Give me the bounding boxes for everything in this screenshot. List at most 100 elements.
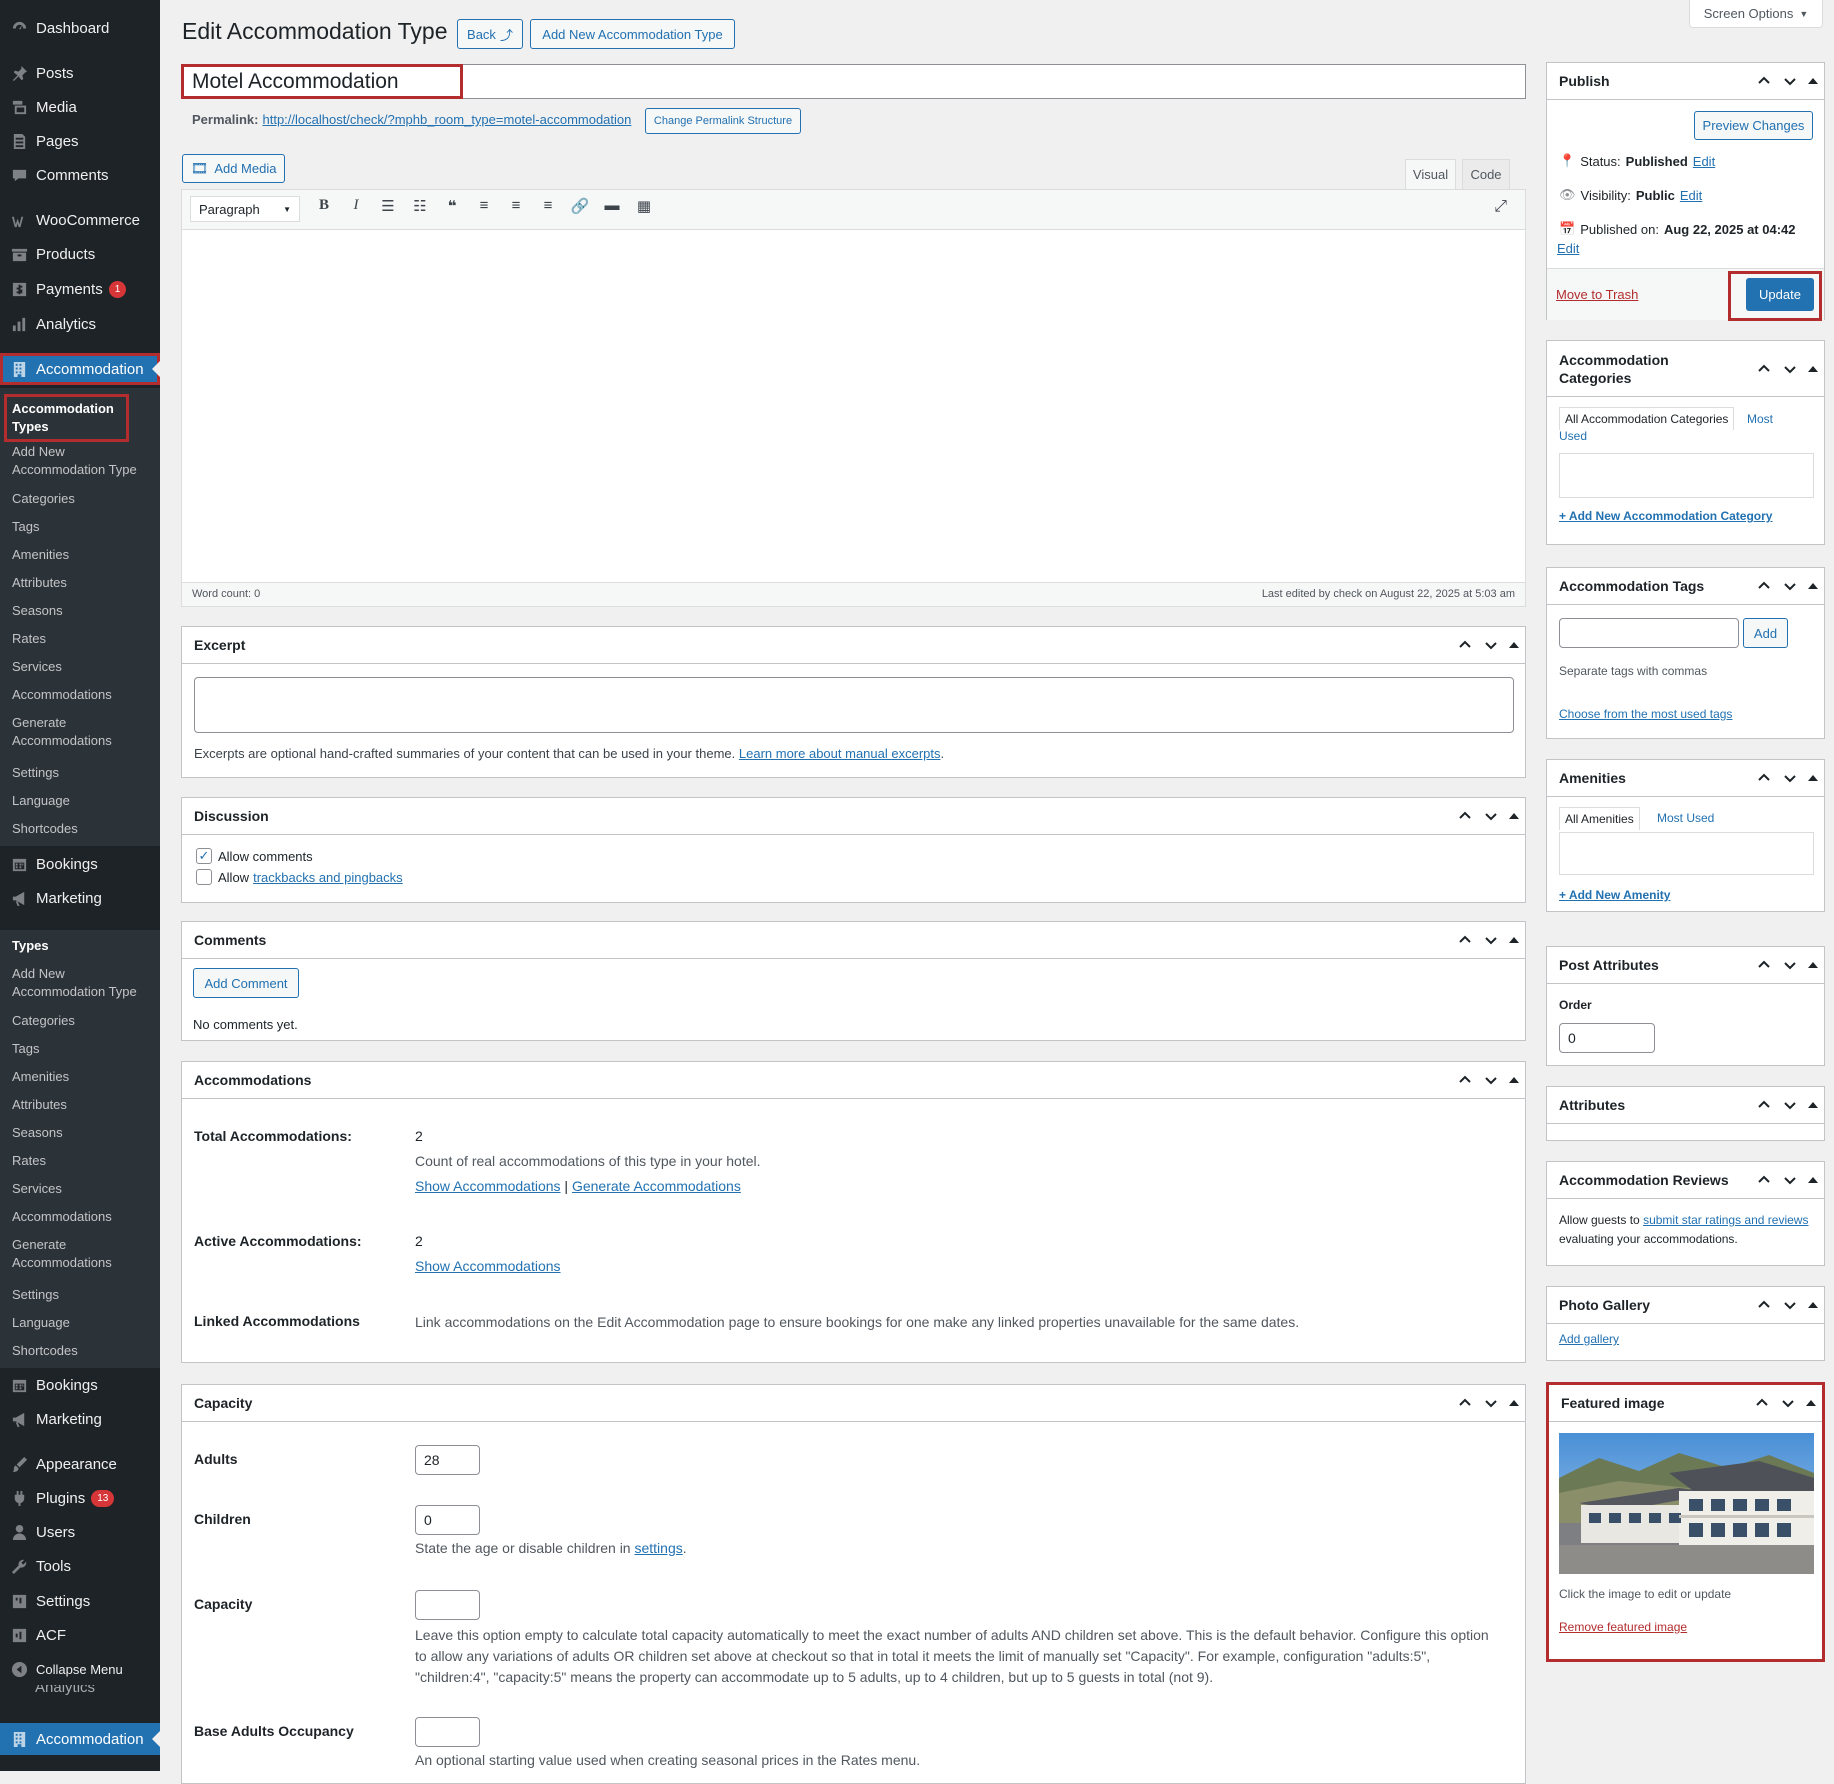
tab-visual[interactable]: Visual — [1405, 159, 1456, 189]
allow-comments-checkbox[interactable]: ✓ — [196, 848, 212, 864]
tags-input[interactable] — [1559, 618, 1739, 648]
submenu-item-tags[interactable]: Tags — [12, 1040, 152, 1058]
submenu-item-shortcodes[interactable]: Shortcodes — [12, 1342, 152, 1360]
collapse-toggle-icon[interactable] — [1808, 962, 1818, 968]
submenu-item-add-new-accommodation-type[interactable]: Add New Accommodation Type — [12, 443, 152, 479]
collapse-toggle-icon[interactable] — [1808, 1102, 1818, 1108]
sidebar-item-payments[interactable]: Payments 1 — [0, 273, 160, 305]
children-input[interactable]: 0 — [415, 1505, 480, 1535]
submenu-item-shortcodes[interactable]: Shortcodes — [12, 820, 152, 838]
move-up-icon[interactable] — [1756, 770, 1772, 786]
submenu-item-seasons[interactable]: Seasons — [12, 1124, 152, 1142]
move-down-icon[interactable] — [1782, 1297, 1798, 1313]
box-controls[interactable] — [1754, 1395, 1816, 1411]
collapse-toggle-icon[interactable] — [1509, 937, 1519, 943]
sidebar-item-woocommerce[interactable]: WooCommerce — [0, 204, 160, 236]
submenu-item-add-new-accommodation-type[interactable]: Add New Accommodation Type — [12, 965, 152, 1001]
collapse-toggle-icon[interactable] — [1808, 583, 1818, 589]
add-media-button[interactable]: 🎞 Add Media — [182, 154, 285, 183]
change-permalink-button[interactable]: Change Permalink Structure — [645, 108, 801, 134]
submenu-item-seasons[interactable]: Seasons — [12, 602, 152, 620]
post-title-text[interactable]: Motel Accommodation — [181, 64, 463, 99]
tab-most-used-categories[interactable]: Most Used — [1559, 411, 1794, 445]
move-up-icon[interactable] — [1754, 1395, 1770, 1411]
sidebar-item-tools[interactable]: Tools — [0, 1550, 160, 1582]
sidebar-item-posts[interactable]: Posts — [0, 57, 160, 89]
move-down-icon[interactable] — [1483, 808, 1499, 824]
move-down-icon[interactable] — [1782, 361, 1798, 377]
submenu-item-rates[interactable]: Rates — [12, 630, 152, 648]
permalink-link[interactable]: http://localhost/check/?mphb_room_type=m… — [262, 112, 631, 127]
move-up-icon[interactable] — [1457, 932, 1473, 948]
align-right-icon[interactable]: ≡ — [536, 197, 560, 215]
fullscreen-icon[interactable]: ⤢ — [1494, 198, 1507, 216]
move-up-icon[interactable] — [1457, 637, 1473, 653]
format-select[interactable]: Paragraph ▼ — [190, 196, 300, 222]
read-more-icon[interactable]: ▬ — [600, 197, 624, 215]
move-down-icon[interactable] — [1782, 73, 1798, 89]
show-active-accommodations-link[interactable]: Show Accommodations — [415, 1258, 561, 1274]
submenu-item-tags[interactable]: Tags — [12, 518, 152, 536]
move-down-icon[interactable] — [1780, 1395, 1796, 1411]
back-button[interactable]: Back ⤴ — [457, 19, 523, 49]
order-input[interactable]: 0 — [1559, 1023, 1655, 1053]
base-adults-input[interactable] — [415, 1717, 480, 1747]
add-new-category-link[interactable]: + Add New Accommodation Category — [1559, 509, 1772, 523]
add-new-accommodation-type-button[interactable]: Add New Accommodation Type — [530, 19, 735, 49]
update-button[interactable]: Update — [1746, 278, 1814, 311]
sidebar-item-acf[interactable]: ACF — [0, 1619, 160, 1651]
move-up-icon[interactable] — [1457, 1072, 1473, 1088]
move-up-icon[interactable] — [1756, 957, 1772, 973]
box-controls[interactable] — [1756, 73, 1818, 89]
sidebar-item-users[interactable]: Users — [0, 1516, 160, 1548]
box-controls[interactable] — [1457, 808, 1519, 824]
children-settings-link[interactable]: settings — [634, 1540, 682, 1556]
box-controls[interactable] — [1756, 770, 1818, 786]
box-controls[interactable] — [1756, 578, 1818, 594]
collapse-toggle-icon[interactable] — [1509, 642, 1519, 648]
published-edit-link[interactable]: Edit — [1557, 241, 1579, 256]
move-up-icon[interactable] — [1756, 73, 1772, 89]
submenu-item-attributes[interactable]: Attributes — [12, 574, 152, 592]
move-down-icon[interactable] — [1483, 1072, 1499, 1088]
tab-code[interactable]: Code — [1462, 159, 1510, 189]
box-controls[interactable] — [1457, 1395, 1519, 1411]
sidebar-item-dashboard[interactable]: Dashboard — [0, 12, 160, 44]
sidebar-item-appearance[interactable]: Appearance — [0, 1448, 160, 1480]
allow-trackbacks-checkbox[interactable] — [196, 869, 212, 885]
submenu-item-language[interactable]: Language — [12, 792, 152, 810]
sidebar-item-collapse-menu[interactable]: Collapse Menu — [0, 1653, 160, 1685]
numbered-list-icon[interactable]: ☷ — [408, 197, 432, 215]
add-new-amenity-link[interactable]: + Add New Amenity — [1559, 888, 1670, 902]
show-accommodations-link[interactable]: Show Accommodations — [415, 1178, 561, 1194]
move-down-icon[interactable] — [1483, 1395, 1499, 1411]
submenu-item-generate-accommodations[interactable]: Generate Accommodations — [12, 714, 152, 750]
submenu-item-accommodations[interactable]: Accommodations — [12, 686, 152, 704]
move-down-icon[interactable] — [1782, 770, 1798, 786]
move-up-icon[interactable] — [1756, 361, 1772, 377]
bullet-list-icon[interactable]: ☰ — [376, 197, 400, 215]
submenu-item-amenities[interactable]: Amenities — [12, 546, 152, 564]
excerpt-learn-more-link[interactable]: Learn more about manual excerpts — [739, 746, 941, 761]
submenu-item-types[interactable]: Types — [12, 937, 152, 955]
sidebar-item-plugins[interactable]: Plugins 13 — [0, 1482, 160, 1514]
move-to-trash-link[interactable]: Move to Trash — [1556, 287, 1638, 302]
submenu-item-services[interactable]: Services — [12, 658, 152, 676]
sidebar-item-accommodation[interactable]: Accommodation — [0, 1723, 160, 1755]
excerpt-textarea[interactable] — [194, 677, 1514, 733]
submenu-item-rates[interactable]: Rates — [12, 1152, 152, 1170]
bold-icon[interactable]: B — [312, 197, 336, 215]
capacity-input[interactable] — [415, 1590, 480, 1620]
box-controls[interactable] — [1457, 1072, 1519, 1088]
link-icon[interactable]: 🔗 — [568, 197, 592, 215]
move-down-icon[interactable] — [1483, 932, 1499, 948]
move-up-icon[interactable] — [1756, 1097, 1772, 1113]
move-down-icon[interactable] — [1782, 1172, 1798, 1188]
move-up-icon[interactable] — [1457, 1395, 1473, 1411]
sidebar-item-marketing[interactable]: Marketing — [0, 882, 160, 914]
submenu-item-amenities[interactable]: Amenities — [12, 1068, 152, 1086]
sidebar-item-products[interactable]: Products — [0, 238, 160, 270]
tab-all-amenities[interactable]: All Amenities — [1559, 807, 1640, 830]
reviews-link[interactable]: submit star ratings and reviews — [1643, 1213, 1808, 1227]
sidebar-item-accommodation[interactable]: Accommodation — [0, 353, 160, 385]
